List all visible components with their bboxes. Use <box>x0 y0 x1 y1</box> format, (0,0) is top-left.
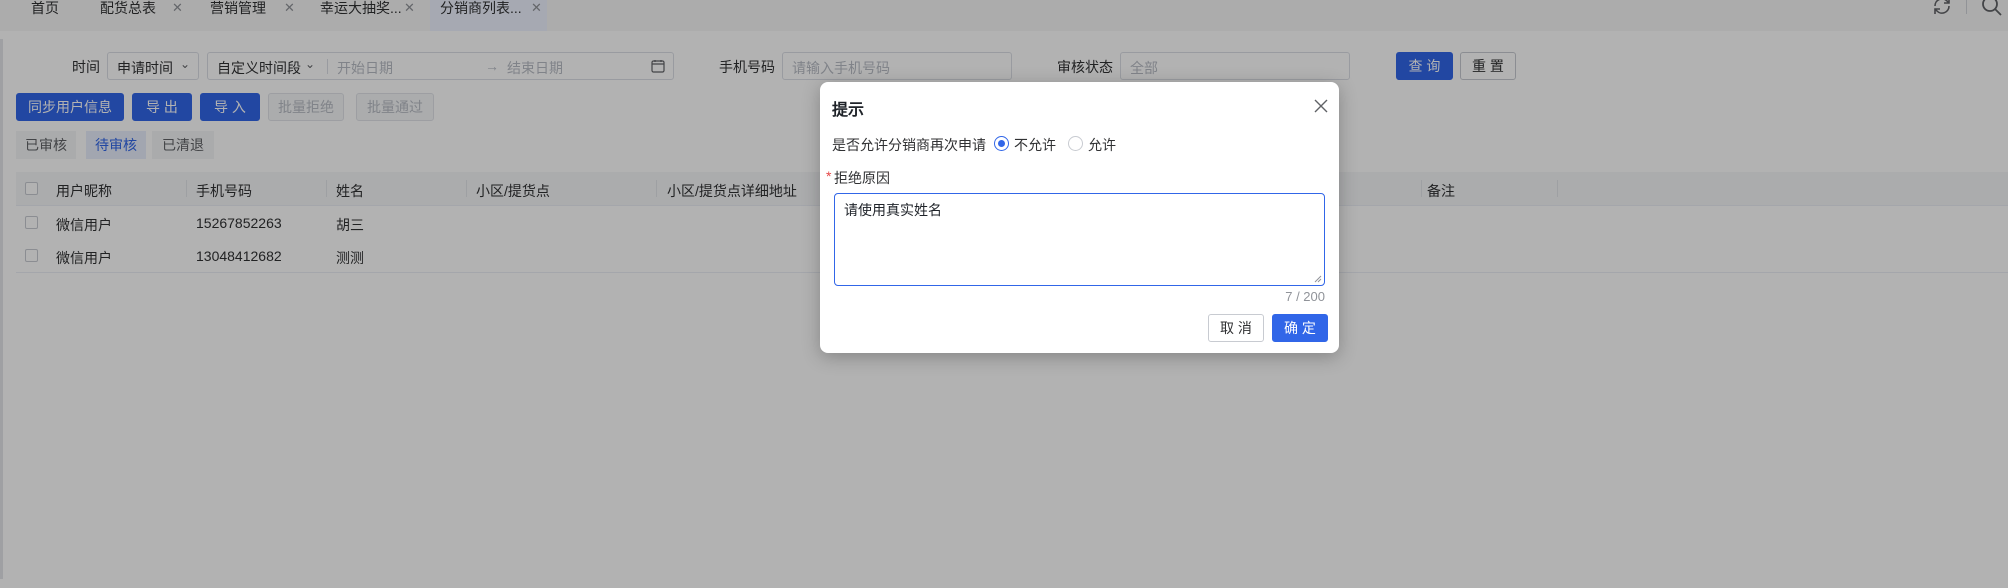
confirm-dialog: 提示 是否允许分销商再次申请 不允许 允许 * 拒绝原因 请使用真实姓名 7 /… <box>820 82 1339 353</box>
char-counter: 7 / 200 <box>1285 289 1325 304</box>
radio-disallow[interactable]: 不允许 <box>994 133 1064 153</box>
required-mark: * <box>826 168 832 184</box>
cancel-button[interactable]: 取 消 <box>1208 314 1264 342</box>
reject-reason-label: 拒绝原因 <box>834 170 890 186</box>
radio-label: 允许 <box>1088 137 1116 153</box>
radio-unselected-icon <box>1068 136 1083 151</box>
reject-reason-value: 请使用真实姓名 <box>844 202 942 218</box>
confirm-button[interactable]: 确 定 <box>1272 314 1328 342</box>
close-icon[interactable] <box>1313 98 1329 114</box>
radio-selected-icon <box>994 136 1009 151</box>
reject-reason-textarea[interactable]: 请使用真实姓名 <box>834 193 1325 286</box>
reapply-question: 是否允许分销商再次申请 <box>832 137 986 153</box>
dialog-title: 提示 <box>832 102 865 119</box>
radio-label: 不允许 <box>1014 137 1056 153</box>
radio-allow[interactable]: 允许 <box>1068 133 1128 153</box>
resize-handle-icon[interactable] <box>1314 275 1322 283</box>
